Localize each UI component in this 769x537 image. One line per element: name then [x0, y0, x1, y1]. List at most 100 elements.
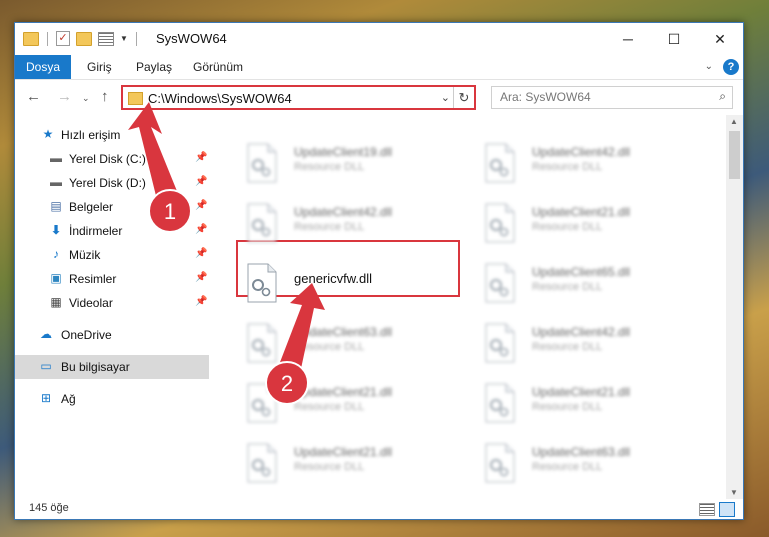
tab-share[interactable]: Paylaş — [136, 55, 172, 79]
sidebar-item-quick-access[interactable]: ★ Hızlı erişim — [15, 123, 209, 147]
back-arrow-icon[interactable]: ← — [26, 88, 41, 105]
forward-arrow-icon[interactable]: → — [57, 88, 72, 105]
pin-icon[interactable]: 📌 — [195, 272, 207, 283]
sidebar-item-label: Resimler — [69, 272, 117, 286]
file-name: UpdateClient21.dll — [294, 385, 393, 399]
expand-ribbon-chevron-icon[interactable]: ⌄ — [705, 61, 713, 72]
sidebar-item-label: Bu bilgisayar — [61, 360, 130, 374]
sidebar-item-label: İndirmeler — [69, 224, 123, 238]
file-item[interactable]: UpdateClient63.dll Resource DLL — [484, 439, 714, 491]
file-name: UpdateClient21.dll — [532, 205, 631, 219]
file-name: UpdateClient19.dll — [294, 145, 393, 159]
sidebar-item-documents[interactable]: ▤ Belgeler 📌 — [15, 195, 209, 219]
file-item[interactable]: UpdateClient21.dll Resource DLL — [246, 439, 476, 491]
up-arrow-icon[interactable]: ↑ — [101, 88, 109, 105]
window-title: SysWOW64 — [156, 31, 227, 46]
new-folder-icon[interactable] — [76, 31, 92, 46]
pin-icon[interactable]: 📌 — [195, 176, 207, 187]
folder-icon — [128, 92, 143, 105]
minimize-button[interactable]: ─ — [605, 23, 651, 55]
details-view-icon[interactable] — [699, 503, 715, 516]
file-type: Resource DLL — [532, 281, 603, 293]
file-item[interactable]: UpdateClient21.dll Resource DLL — [246, 379, 476, 431]
file-item[interactable]: UpdateClient21.dll Resource DLL — [484, 379, 714, 431]
sidebar-item-this-pc[interactable]: ▭ Bu bilgisayar — [15, 355, 209, 379]
navigation-bar: ← → ⌄ ↑ C:\Windows\SysWOW64 ⌄ ↻ Ara: Sys… — [15, 80, 743, 114]
title-bar: ✓ ▼ SysWOW64 ─ ☐ ✕ — [15, 23, 743, 55]
file-type: Resource DLL — [294, 221, 365, 233]
download-icon: ⬇ — [50, 223, 62, 237]
scrollbar-thumb[interactable] — [729, 131, 740, 179]
dll-file-icon — [246, 263, 278, 303]
address-path[interactable]: C:\Windows\SysWOW64 — [148, 91, 292, 106]
file-name: UpdateClient65.dll — [532, 265, 631, 279]
pictures-icon: ▣ — [50, 271, 62, 285]
file-type: Resource DLL — [532, 401, 603, 413]
sidebar-item-music[interactable]: ♪ Müzik 📌 — [15, 243, 209, 267]
refresh-icon[interactable]: ↻ — [453, 87, 474, 108]
sidebar-item-local-disk-c[interactable]: ▬ Yerel Disk (C:) 📌 — [15, 147, 209, 171]
videos-icon: ▦ — [50, 295, 62, 309]
tab-home[interactable]: Giriş — [87, 55, 112, 79]
computer-icon: ▭ — [40, 359, 52, 373]
file-item-target[interactable]: genericvfw.dll — [246, 259, 476, 311]
sidebar-item-downloads[interactable]: ⬇ İndirmeler 📌 — [15, 219, 209, 243]
pin-icon[interactable]: 📌 — [195, 296, 207, 307]
pin-icon[interactable]: 📌 — [195, 224, 207, 235]
drive-icon: ▬ — [50, 175, 62, 189]
close-button[interactable]: ✕ — [697, 23, 743, 55]
file-item[interactable]: UpdateClient42.dll Resource DLL — [484, 319, 714, 371]
search-icon[interactable]: ⌕ — [719, 89, 726, 104]
documents-icon: ▤ — [50, 199, 62, 213]
file-item[interactable]: UpdateClient42.dll Resource DLL — [484, 139, 714, 191]
sidebar-item-videos[interactable]: ▦ Videolar 📌 — [15, 291, 209, 315]
file-name: UpdateClient21.dll — [532, 385, 631, 399]
tab-file[interactable]: Dosya — [15, 55, 71, 79]
file-name: UpdateClient42.dll — [532, 325, 631, 339]
status-bar: 145 öğe — [15, 499, 743, 519]
scroll-up-arrow-icon[interactable]: ▲ — [730, 117, 738, 126]
properties-check-icon[interactable]: ✓ — [56, 31, 70, 46]
maximize-button[interactable]: ☐ — [651, 23, 697, 55]
help-button[interactable]: ? — [723, 59, 739, 75]
search-placeholder[interactable]: Ara: SysWOW64 — [500, 90, 591, 104]
file-type: Resource DLL — [294, 161, 365, 173]
explorer-window: ✓ ▼ SysWOW64 ─ ☐ ✕ Dosya Giriş Paylaş Gö… — [14, 22, 744, 520]
tab-view[interactable]: Görünüm — [193, 55, 243, 79]
cloud-icon: ☁ — [40, 327, 52, 341]
sidebar-item-label: Müzik — [69, 248, 101, 262]
sidebar-item-network[interactable]: ⊞ Ağ — [15, 387, 209, 411]
recent-locations-chevron-icon[interactable]: ⌄ — [82, 93, 90, 104]
file-list: UpdateClient19.dll Resource DLL UpdateClie… — [210, 115, 726, 499]
separator — [135, 31, 137, 46]
file-item[interactable]: UpdateClient21.dll Resource DLL — [484, 199, 714, 251]
dll-file-icon — [246, 443, 278, 483]
customize-toolbar-chevron-icon[interactable]: ▼ — [120, 34, 128, 43]
large-icons-view-icon[interactable] — [719, 502, 735, 517]
address-bar[interactable]: C:\Windows\SysWOW64 ⌄ ↻ — [121, 85, 476, 110]
navigation-pane: ★ Hızlı erişim ▬ Yerel Disk (C:) 📌 ▬ Yer… — [15, 115, 209, 499]
dll-file-icon — [246, 203, 278, 243]
dll-file-icon — [246, 323, 278, 363]
folder-icon — [23, 31, 39, 46]
file-name: UpdateClient63.dll — [294, 325, 393, 339]
address-dropdown-chevron-icon[interactable]: ⌄ — [441, 91, 450, 104]
search-box[interactable]: Ara: SysWOW64 ⌕ — [491, 86, 733, 109]
pin-icon[interactable]: 📌 — [195, 200, 207, 211]
pin-icon[interactable]: 📌 — [195, 152, 207, 163]
file-item[interactable]: UpdateClient19.dll Resource DLL — [246, 139, 476, 191]
properties-icon[interactable] — [98, 31, 114, 46]
file-item[interactable]: UpdateClient65.dll Resource DLL — [484, 259, 714, 311]
dll-file-icon — [484, 443, 516, 483]
file-type: Resource DLL — [294, 341, 365, 353]
file-item[interactable]: UpdateClient42.dll Resource DLL — [246, 199, 476, 251]
file-item[interactable]: UpdateClient63.dll Resource DLL — [246, 319, 476, 371]
vertical-scrollbar[interactable]: ▲ ▼ — [726, 115, 743, 499]
pin-icon[interactable]: 📌 — [195, 248, 207, 259]
sidebar-item-pictures[interactable]: ▣ Resimler 📌 — [15, 267, 209, 291]
item-count: 145 öğe — [29, 502, 69, 514]
scroll-down-arrow-icon[interactable]: ▼ — [730, 488, 738, 497]
separator — [47, 31, 48, 46]
sidebar-item-local-disk-d[interactable]: ▬ Yerel Disk (D:) 📌 — [15, 171, 209, 195]
sidebar-item-onedrive[interactable]: ☁ OneDrive — [15, 323, 209, 347]
